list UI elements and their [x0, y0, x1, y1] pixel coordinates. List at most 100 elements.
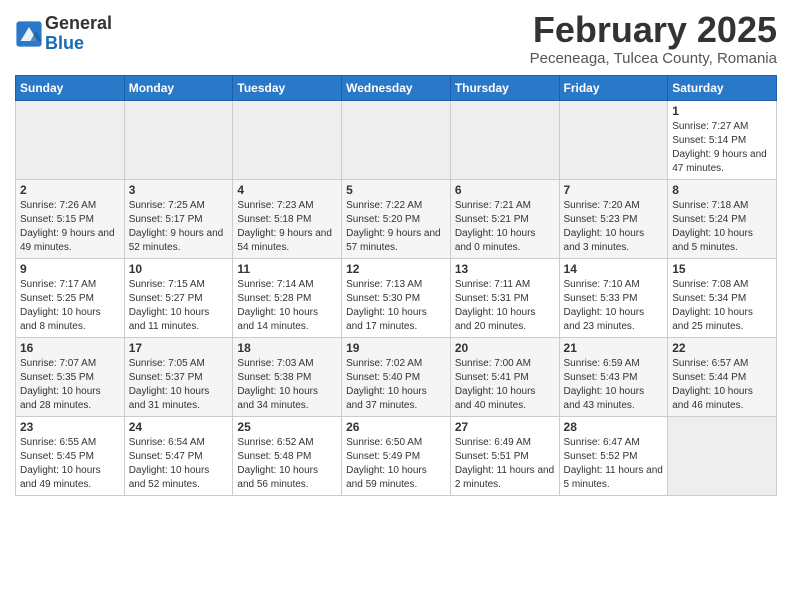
day-number: 13 — [455, 262, 555, 276]
calendar-week-3: 9Sunrise: 7:17 AMSunset: 5:25 PMDaylight… — [16, 258, 777, 337]
calendar-cell: 1 Sunrise: 7:27 AMSunset: 5:14 PMDaylight… — [668, 100, 777, 179]
logo-icon — [15, 20, 43, 48]
day-number: 15 — [672, 262, 772, 276]
day-info: Sunrise: 6:55 AMSunset: 5:45 PMDaylight:… — [20, 436, 120, 492]
day-info: Sunrise: 7:05 AMSunset: 5:37 PMDaylight:… — [129, 357, 229, 413]
calendar-cell — [668, 416, 777, 495]
day-info: Sunrise: 6:59 AMSunset: 5:43 PMDaylight:… — [564, 357, 664, 413]
day-number: 12 — [346, 262, 446, 276]
day-info: Sunrise: 7:13 AMSunset: 5:30 PMDaylight:… — [346, 278, 446, 334]
day-number: 20 — [455, 341, 555, 355]
weekday-header-monday: Monday — [124, 75, 233, 100]
day-number: 2 — [20, 183, 120, 197]
calendar-cell: 14 Sunrise: 7:10 AMSunset: 5:33 PMDayligh… — [559, 258, 668, 337]
calendar-cell: 20Sunrise: 7:00 AMSunset: 5:41 PMDayligh… — [450, 337, 559, 416]
calendar-cell: 10 Sunrise: 7:15 AMSunset: 5:27 PMDayligh… — [124, 258, 233, 337]
calendar-header-row: SundayMondayTuesdayWednesdayThursdayFrid… — [16, 75, 777, 100]
calendar-cell: 21 Sunrise: 6:59 AMSunset: 5:43 PMDayligh… — [559, 337, 668, 416]
day-info: Sunrise: 7:10 AMSunset: 5:33 PMDaylight:… — [564, 278, 664, 334]
day-info: Sunrise: 7:18 AMSunset: 5:24 PMDaylight:… — [672, 199, 772, 255]
weekday-header-thursday: Thursday — [450, 75, 559, 100]
calendar-cell: 22 Sunrise: 6:57 AMSunset: 5:44 PMDayligh… — [668, 337, 777, 416]
calendar-cell: 27Sunrise: 6:49 AMSunset: 5:51 PMDayligh… — [450, 416, 559, 495]
day-number: 22 — [672, 341, 772, 355]
day-info: Sunrise: 7:14 AMSunset: 5:28 PMDaylight:… — [237, 278, 337, 334]
day-number: 6 — [455, 183, 555, 197]
logo-text: General Blue — [45, 14, 112, 54]
calendar-cell: 2 Sunrise: 7:26 AMSunset: 5:15 PMDaylight… — [16, 179, 125, 258]
calendar-cell: 28Sunrise: 6:47 AMSunset: 5:52 PMDayligh… — [559, 416, 668, 495]
weekday-header-sunday: Sunday — [16, 75, 125, 100]
day-info: Sunrise: 7:25 AMSunset: 5:17 PMDaylight:… — [129, 199, 229, 255]
day-info: Sunrise: 7:23 AMSunset: 5:18 PMDaylight:… — [237, 199, 337, 255]
calendar-cell: 12 Sunrise: 7:13 AMSunset: 5:30 PMDayligh… — [342, 258, 451, 337]
day-number: 3 — [129, 183, 229, 197]
day-number: 27 — [455, 420, 555, 434]
weekday-header-wednesday: Wednesday — [342, 75, 451, 100]
page-header: General Blue February 2025 Peceneaga, Tu… — [15, 10, 777, 67]
calendar-cell — [233, 100, 342, 179]
calendar-cell: 7 Sunrise: 7:20 AMSunset: 5:23 PMDaylight… — [559, 179, 668, 258]
day-number: 11 — [237, 262, 337, 276]
logo: General Blue — [15, 14, 112, 54]
day-info: Sunrise: 7:20 AMSunset: 5:23 PMDaylight:… — [564, 199, 664, 255]
calendar-cell: 24 Sunrise: 6:54 AMSunset: 5:47 PMDayligh… — [124, 416, 233, 495]
day-number: 9 — [20, 262, 120, 276]
day-info: Sunrise: 7:03 AMSunset: 5:38 PMDaylight:… — [237, 357, 337, 413]
calendar-cell: 11 Sunrise: 7:14 AMSunset: 5:28 PMDayligh… — [233, 258, 342, 337]
calendar-cell — [450, 100, 559, 179]
calendar-cell: 26 Sunrise: 6:50 AMSunset: 5:49 PMDayligh… — [342, 416, 451, 495]
day-info: Sunrise: 7:26 AMSunset: 5:15 PMDaylight:… — [20, 199, 120, 255]
calendar-cell: 19 Sunrise: 7:02 AMSunset: 5:40 PMDayligh… — [342, 337, 451, 416]
day-info: Sunrise: 7:22 AMSunset: 5:20 PMDaylight:… — [346, 199, 446, 255]
day-number: 16 — [20, 341, 120, 355]
day-info: Sunrise: 7:15 AMSunset: 5:27 PMDaylight:… — [129, 278, 229, 334]
calendar-cell: 25Sunrise: 6:52 AMSunset: 5:48 PMDayligh… — [233, 416, 342, 495]
weekday-header-tuesday: Tuesday — [233, 75, 342, 100]
day-number: 23 — [20, 420, 120, 434]
logo-general: General — [45, 14, 112, 34]
day-number: 25 — [237, 420, 337, 434]
calendar-cell: 17Sunrise: 7:05 AMSunset: 5:37 PMDayligh… — [124, 337, 233, 416]
day-number: 19 — [346, 341, 446, 355]
day-info: Sunrise: 7:27 AMSunset: 5:14 PMDaylight:… — [672, 120, 772, 176]
calendar-week-1: 1 Sunrise: 7:27 AMSunset: 5:14 PMDaylight… — [16, 100, 777, 179]
location-title: Peceneaga, Tulcea County, Romania — [530, 50, 777, 67]
day-info: Sunrise: 7:08 AMSunset: 5:34 PMDaylight:… — [672, 278, 772, 334]
calendar-cell: 6Sunrise: 7:21 AMSunset: 5:21 PMDaylight… — [450, 179, 559, 258]
weekday-header-friday: Friday — [559, 75, 668, 100]
weekday-header-saturday: Saturday — [668, 75, 777, 100]
calendar-week-5: 23 Sunrise: 6:55 AMSunset: 5:45 PMDayligh… — [16, 416, 777, 495]
day-info: Sunrise: 7:02 AMSunset: 5:40 PMDaylight:… — [346, 357, 446, 413]
calendar-cell — [342, 100, 451, 179]
day-number: 7 — [564, 183, 664, 197]
day-number: 5 — [346, 183, 446, 197]
day-number: 21 — [564, 341, 664, 355]
calendar-cell: 13 Sunrise: 7:11 AMSunset: 5:31 PMDayligh… — [450, 258, 559, 337]
calendar-cell: 18 Sunrise: 7:03 AMSunset: 5:38 PMDayligh… — [233, 337, 342, 416]
calendar-week-2: 2 Sunrise: 7:26 AMSunset: 5:15 PMDaylight… — [16, 179, 777, 258]
day-number: 14 — [564, 262, 664, 276]
day-number: 18 — [237, 341, 337, 355]
calendar-cell: 5 Sunrise: 7:22 AMSunset: 5:20 PMDaylight… — [342, 179, 451, 258]
logo-blue: Blue — [45, 34, 112, 54]
day-info: Sunrise: 6:47 AMSunset: 5:52 PMDaylight:… — [564, 436, 664, 492]
day-number: 1 — [672, 104, 772, 118]
day-info: Sunrise: 6:50 AMSunset: 5:49 PMDaylight:… — [346, 436, 446, 492]
day-number: 24 — [129, 420, 229, 434]
calendar-table: SundayMondayTuesdayWednesdayThursdayFrid… — [15, 75, 777, 496]
day-number: 8 — [672, 183, 772, 197]
day-info: Sunrise: 6:57 AMSunset: 5:44 PMDaylight:… — [672, 357, 772, 413]
day-number: 4 — [237, 183, 337, 197]
month-title: February 2025 — [530, 10, 777, 50]
calendar-cell — [16, 100, 125, 179]
day-number: 26 — [346, 420, 446, 434]
calendar-cell — [559, 100, 668, 179]
calendar-cell: 16Sunrise: 7:07 AMSunset: 5:35 PMDayligh… — [16, 337, 125, 416]
calendar-cell: 4 Sunrise: 7:23 AMSunset: 5:18 PMDaylight… — [233, 179, 342, 258]
day-info: Sunrise: 7:11 AMSunset: 5:31 PMDaylight:… — [455, 278, 555, 334]
day-number: 10 — [129, 262, 229, 276]
day-info: Sunrise: 6:54 AMSunset: 5:47 PMDaylight:… — [129, 436, 229, 492]
calendar-cell: 8 Sunrise: 7:18 AMSunset: 5:24 PMDaylight… — [668, 179, 777, 258]
calendar-cell: 9Sunrise: 7:17 AMSunset: 5:25 PMDaylight… — [16, 258, 125, 337]
